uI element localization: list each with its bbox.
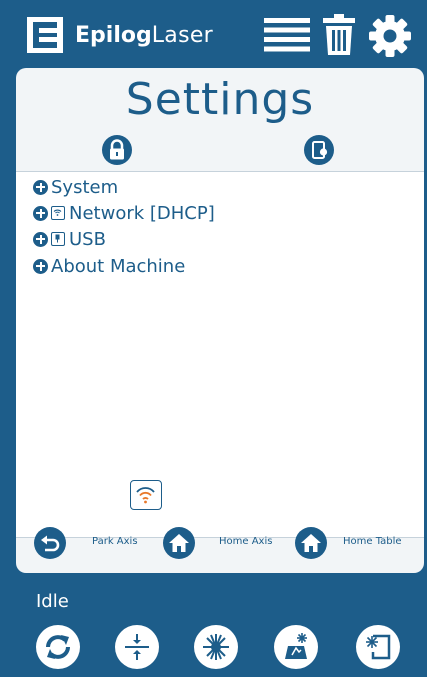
focus-button[interactable]	[115, 625, 159, 669]
plus-circle-icon[interactable]	[33, 179, 48, 195]
brand-name: EpilogLaser	[75, 23, 214, 48]
home-table-label[interactable]: Home Table	[343, 536, 402, 547]
job-button[interactable]	[274, 625, 318, 669]
usb-icon	[51, 232, 65, 246]
wifi-button[interactable]	[130, 480, 162, 510]
laser-icon	[203, 634, 229, 660]
machine-status: Idle	[36, 591, 69, 612]
tree-item-network[interactable]: Network [DHCP]	[33, 201, 215, 225]
home-table-button[interactable]	[295, 527, 327, 559]
park-axis-label[interactable]: Park Axis	[92, 536, 138, 547]
wifi-icon	[136, 487, 155, 504]
park-axis-button[interactable]	[34, 527, 66, 559]
epilog-logo-icon	[27, 17, 63, 53]
tree-item-label: About Machine	[51, 255, 186, 277]
plus-circle-icon[interactable]	[33, 205, 48, 221]
home-icon	[301, 534, 321, 552]
tree-item-usb[interactable]: USB	[33, 227, 106, 251]
app-header: EpilogLaser	[0, 0, 427, 68]
queue-list-icon[interactable]	[264, 18, 310, 52]
refresh-button[interactable]	[36, 625, 80, 669]
trash-icon[interactable]	[323, 14, 355, 56]
back-arrow-icon	[41, 535, 60, 552]
home-icon	[169, 534, 189, 552]
frame-button[interactable]	[356, 625, 400, 669]
network-icon	[51, 206, 65, 220]
tree-item-system[interactable]: System	[33, 175, 118, 199]
lock-icon[interactable]	[102, 135, 132, 165]
settings-tree: System Network [DHCP] USB About Machine	[16, 171, 424, 538]
settings-panel: Settings System Network [DHCP] USB About…	[16, 68, 424, 573]
page-title: Settings	[125, 74, 315, 125]
home-axis-label[interactable]: Home Axis	[219, 536, 272, 547]
job-icon	[285, 633, 307, 659]
laser-button[interactable]	[194, 625, 238, 669]
focus-icon	[125, 634, 149, 660]
tree-item-label: Network [DHCP]	[69, 202, 215, 224]
refresh-icon	[46, 635, 70, 659]
device-export-icon[interactable]	[304, 135, 334, 165]
plus-circle-icon[interactable]	[33, 231, 48, 247]
tree-item-label: USB	[69, 228, 106, 250]
plus-circle-icon[interactable]	[33, 258, 48, 274]
tree-item-label: System	[51, 176, 119, 198]
home-axis-button[interactable]	[163, 527, 195, 559]
tree-item-about-machine[interactable]: About Machine	[33, 254, 185, 278]
gear-icon[interactable]	[369, 15, 411, 57]
frame-icon	[366, 634, 391, 660]
